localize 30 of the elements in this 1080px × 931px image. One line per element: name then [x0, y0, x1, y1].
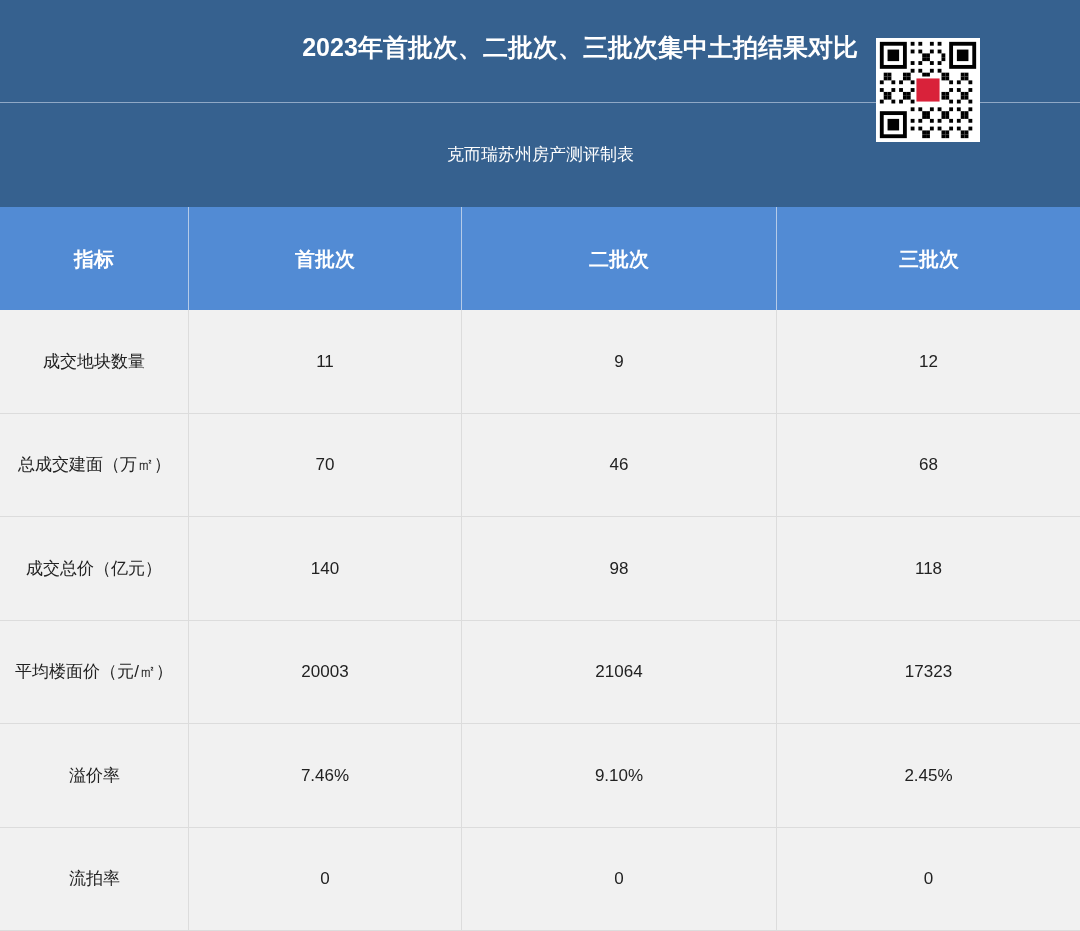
- table-cell: 9.10%: [461, 724, 776, 827]
- table-cell-text: 总成交建面（万㎡）: [16, 454, 172, 476]
- table-cell-text: 平均楼面价（元/㎡）: [14, 661, 174, 683]
- table-cell: 70: [188, 413, 461, 516]
- table-cell: 12: [776, 310, 1080, 413]
- table-cell-text: 流拍率: [67, 868, 121, 890]
- table-cell: 21064: [461, 620, 776, 723]
- table-cell: 118: [776, 517, 1080, 620]
- table-cell: 9: [461, 310, 776, 413]
- table-cell-text: 成交总价（亿元）: [25, 557, 163, 580]
- table-cell-text: 成交地块数量: [42, 350, 146, 373]
- table-cell: 17323: [776, 620, 1080, 723]
- table-cell: 20003: [188, 620, 461, 723]
- column-header: 二批次: [461, 207, 776, 310]
- table-cell: 0: [188, 827, 461, 930]
- column-header: 首批次: [188, 207, 461, 310]
- table-cell: 46: [461, 413, 776, 516]
- table-cell: 11: [188, 310, 461, 413]
- table-cell: 98: [461, 517, 776, 620]
- column-header: 指标: [72, 246, 115, 272]
- column-header: 三批次: [776, 207, 1080, 310]
- table-cell: 68: [776, 413, 1080, 516]
- table-cell: 0: [461, 827, 776, 930]
- table-cell: 2.45%: [776, 724, 1080, 827]
- table-cell: 7.46%: [188, 724, 461, 827]
- table-title: 2023年首批次、二批次、三批次集中土拍结果对比: [302, 32, 858, 64]
- table-cell: 140: [188, 517, 461, 620]
- table-cell: 0: [776, 827, 1080, 930]
- table-subtitle: 克而瑞苏州房产测评制表: [446, 144, 634, 167]
- table-cell-text: 溢价率: [67, 764, 121, 787]
